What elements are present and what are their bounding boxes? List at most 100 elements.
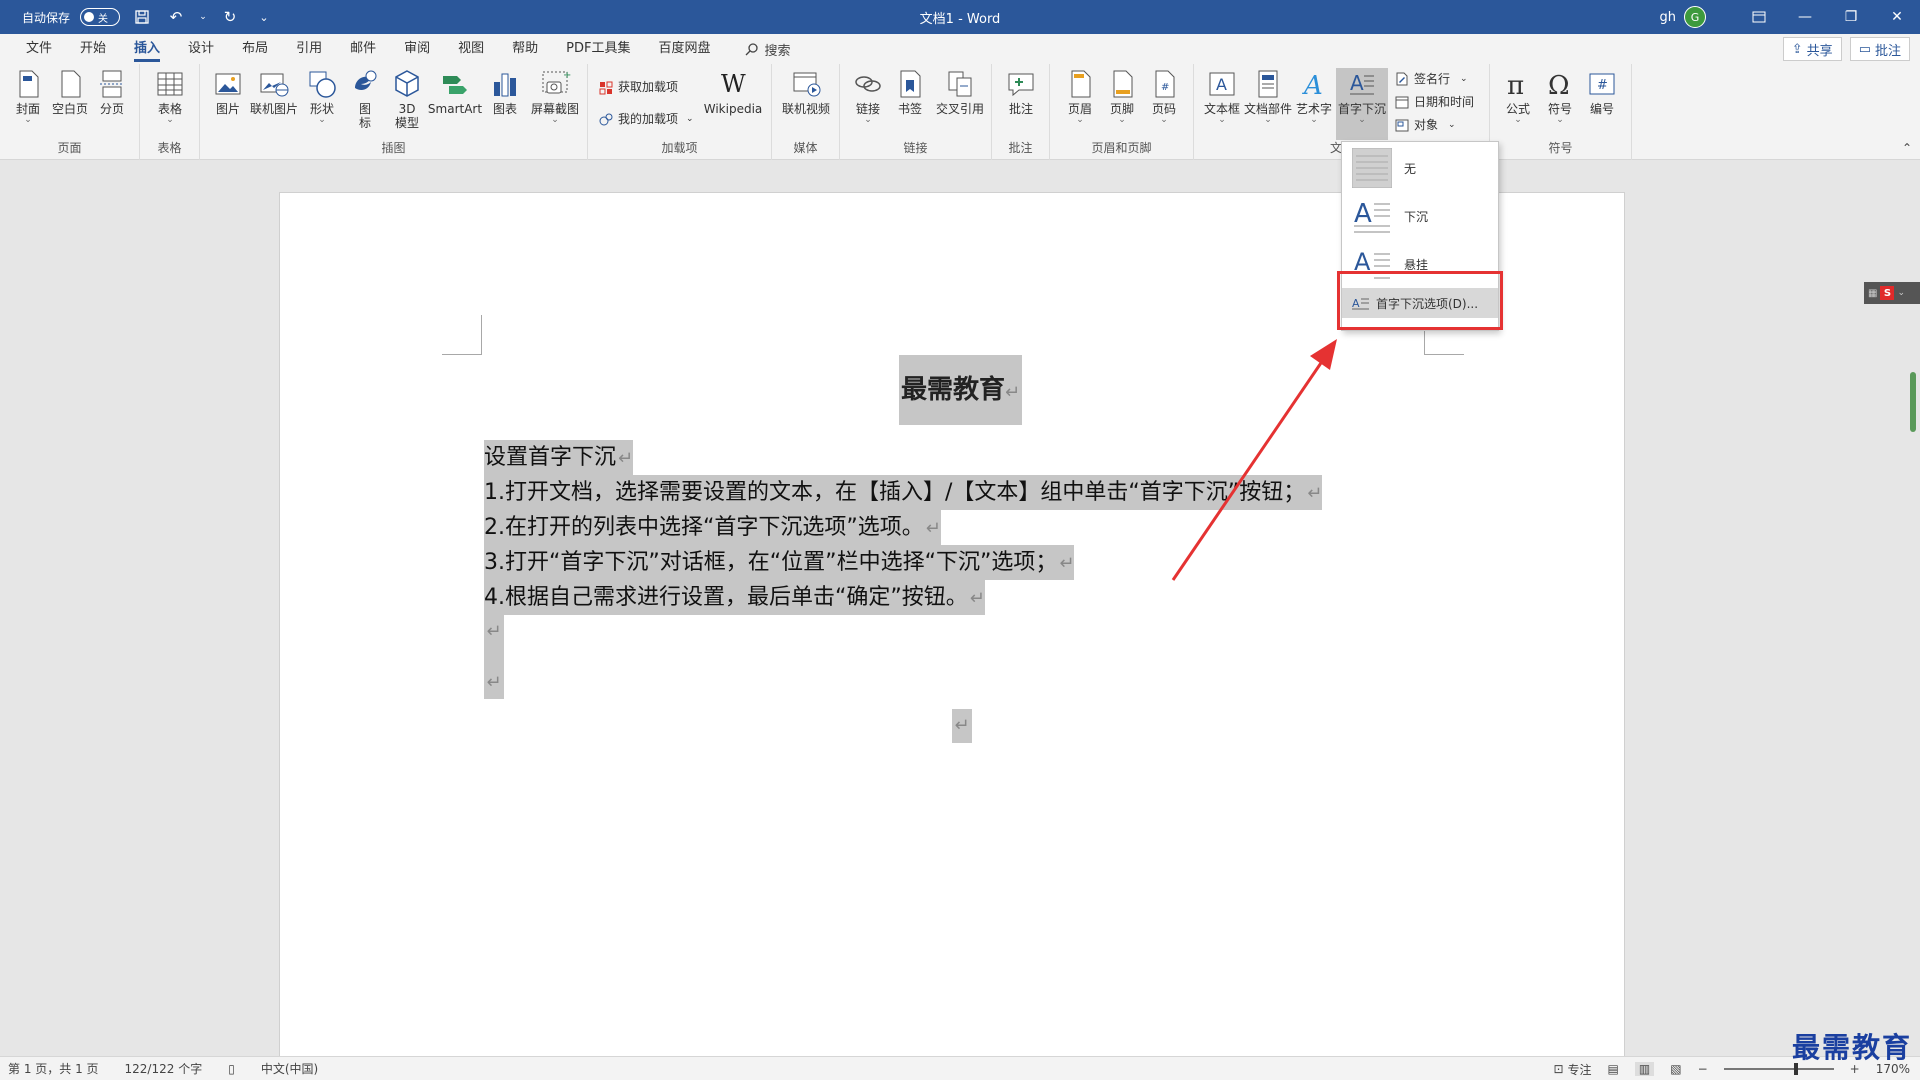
wikipedia-button[interactable]: W Wikipedia [700,68,766,116]
document-line[interactable]: 3.打开“首字下沉”对话框，在“位置”栏中选择“下沉”选项； ↵ [484,545,1075,580]
tab-layout[interactable]: 布局 [228,34,282,64]
text-box-label: 文本框 [1203,102,1240,116]
cross-reference-button[interactable]: 交叉引用 [932,68,988,116]
close-button[interactable]: ✕ [1874,0,1920,34]
tab-mailings[interactable]: 邮件 [336,34,390,64]
tab-design[interactable]: 设计 [174,34,228,64]
drop-cap-option-dropped[interactable]: A 下沉 [1342,194,1498,238]
tab-references[interactable]: 引用 [282,34,336,64]
group-media: 联机视频 媒体 [772,64,840,160]
number-button[interactable]: # 编号 [1582,68,1622,116]
symbol-button[interactable]: Ω 符号 ⌄ [1540,68,1580,125]
screenshot-icon: + [542,70,571,94]
tab-baidu-netdisk[interactable]: 百度网盘 [644,34,724,64]
smartart-button[interactable]: SmartArt [427,68,483,116]
page-number-button[interactable]: # 页码 ⌄ [1144,68,1184,125]
my-addins-icon [599,113,613,125]
chart-button[interactable]: 图表 [485,68,525,116]
blank-page-button[interactable]: 空白页 [50,68,90,116]
table-button[interactable]: 表格 ⌄ [150,68,190,125]
side-toolbar[interactable]: ▦ S ⌄ [1864,282,1920,304]
comments-button[interactable]: ▭ 批注 [1849,37,1910,61]
redo-icon[interactable]: ↻ [218,5,242,29]
3d-models-button[interactable]: 3D 模型 [387,68,427,130]
equation-button[interactable]: π 公式 ⌄ [1498,68,1538,125]
comment-add-icon [1008,73,1034,97]
word-count[interactable]: 122/122 个字 [125,1060,203,1077]
drop-cap-option-none[interactable]: 无 [1342,146,1498,190]
proofing-status[interactable]: ▯ [228,1062,235,1076]
my-addins-button[interactable]: 我的加载项 ⌄ [598,110,694,127]
page-break-button[interactable]: 分页 [92,68,132,116]
share-button[interactable]: ⇪ 共享 [1782,37,1842,61]
new-comment-button[interactable]: 批注 [1001,68,1041,116]
focus-label: 专注 [1567,1062,1592,1077]
autosave-state: 关 [98,13,109,25]
save-icon[interactable] [130,5,154,29]
footer-button[interactable]: 页脚 ⌄ [1102,68,1142,125]
tab-pdf-tools[interactable]: PDF工具集 [552,34,644,64]
zoom-out-icon[interactable]: − [1698,1062,1708,1076]
document-line[interactable]: 2.在打开的列表中选择“首字下沉选项”选项。 ↵ [484,510,941,545]
minimize-button[interactable]: — [1782,0,1828,34]
document-title[interactable]: 最需教育↵ [899,355,1023,425]
chevron-down-icon: ⌄ [1358,115,1366,125]
object-button[interactable]: 对象 ⌄ [1394,116,1456,133]
get-addins-button[interactable]: 获取加载项 [598,78,678,95]
vertical-scrollbar[interactable] [1910,372,1916,432]
document-line[interactable]: 4.根据自己需求进行设置，最后单击“确定”按钮。 ↵ [484,580,985,615]
tab-file[interactable]: 文件 [12,34,66,64]
tab-insert[interactable]: 插入 [120,34,174,64]
smartart-label: SmartArt [427,102,483,116]
zoom-slider[interactable] [1723,1063,1834,1075]
line-text: 1.打开文档，选择需要设置的文本，在【插入】/【文本】组中单击“首字下沉”按钮； [484,480,1306,505]
search-box[interactable]: 搜索 [745,40,791,59]
date-time-label: 日期和时间 [1414,95,1475,109]
cross-reference-icon [948,71,972,97]
user-name[interactable]: gh [1660,10,1677,25]
icons-label-1: 图 [358,102,371,116]
restore-button[interactable]: ❐ [1828,0,1874,34]
bookmark-button[interactable]: 书签 [890,68,930,116]
page-count[interactable]: 第 1 页，共 1 页 [8,1060,99,1077]
collapse-ribbon-icon[interactable]: ⌃ [1902,141,1912,155]
wikipedia-label: Wikipedia [703,102,763,116]
document-line[interactable]: 设置首字下沉 ↵ [484,440,634,475]
empty-paragraph[interactable]: ↵ [952,709,972,743]
screenshot-button[interactable]: + 屏幕截图 ⌄ [528,68,582,125]
undo-icon[interactable]: ↶ [164,5,188,29]
search-icon [745,43,758,56]
picture-button[interactable]: 图片 [208,68,248,116]
date-time-button[interactable]: 日期和时间 [1394,93,1474,110]
web-layout-icon[interactable]: ▧ [1670,1062,1681,1076]
focus-button[interactable]: ⊡ 专注 [1553,1061,1591,1078]
document-line[interactable]: 1.打开文档，选择需要设置的文本，在【插入】/【文本】组中单击“首字下沉”按钮；… [484,475,1323,510]
empty-paragraphs[interactable]: ↵ ↵ [484,615,504,699]
customize-qat-icon[interactable]: ⌄ [252,5,276,29]
undo-dropdown-icon[interactable]: ⌄ [198,5,208,29]
header-button[interactable]: 页眉 ⌄ [1060,68,1100,125]
shapes-button[interactable]: 形状 ⌄ [302,68,342,125]
icons-button[interactable]: 图标 [345,68,385,130]
tab-home[interactable]: 开始 [66,34,120,64]
paragraph-mark: ↵ [1059,553,1075,574]
print-layout-icon[interactable]: ▥ [1634,1062,1655,1076]
wordart-button[interactable]: A 艺术字 ⌄ [1294,68,1334,125]
drop-cap-button[interactable]: A 首字下沉 ⌄ [1336,68,1388,140]
read-mode-icon[interactable]: ▤ [1608,1062,1619,1076]
online-video-button[interactable]: 联机视频 [778,68,834,116]
online-picture-button[interactable]: 联机图片 [248,68,300,116]
autosave-toggle[interactable]: 关 [80,8,121,26]
tab-review[interactable]: 审阅 [390,34,444,64]
cover-page-button[interactable]: 封面 ⌄ [8,68,48,125]
tab-view[interactable]: 视图 [444,34,498,64]
ribbon-display-icon[interactable] [1736,0,1782,34]
tab-help[interactable]: 帮助 [498,34,552,64]
text-box-button[interactable]: A 文本框 ⌄ [1202,68,1242,125]
signature-line-button[interactable]: 签名行 ⌄ [1394,70,1468,87]
link-button[interactable]: 链接 ⌄ [848,68,888,125]
line-text: 3.打开“首字下沉”对话框，在“位置”栏中选择“下沉”选项； [484,550,1058,575]
quick-parts-button[interactable]: 文档部件 ⌄ [1244,68,1292,125]
language[interactable]: 中文(中国) [261,1060,318,1077]
avatar[interactable]: G [1684,6,1706,28]
